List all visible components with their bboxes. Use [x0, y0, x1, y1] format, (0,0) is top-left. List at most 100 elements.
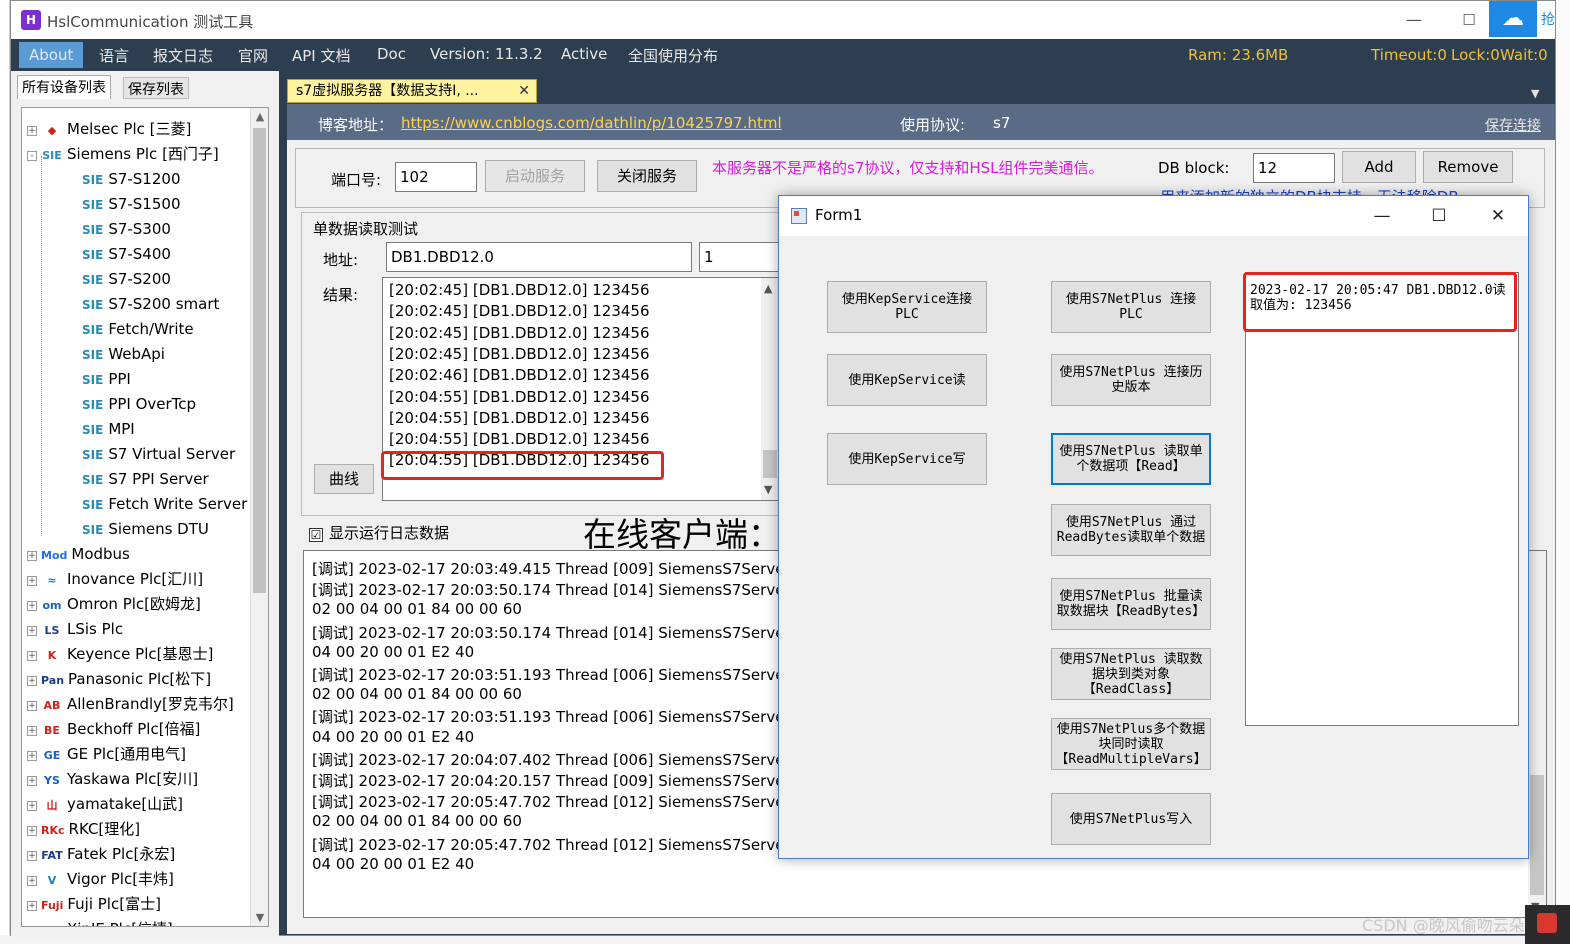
- tree-item[interactable]: SIE S7-S200 smart: [82, 292, 219, 317]
- scroll-down-icon[interactable]: ▼: [251, 911, 268, 924]
- form-minimize-button[interactable]: —: [1362, 202, 1402, 230]
- close-icon[interactable]: ✕: [518, 80, 530, 102]
- show-log-checkbox[interactable]: ☑ 显示运行日志数据: [309, 522, 449, 543]
- tab-s7-virtual-server[interactable]: s7虚拟服务器【数据支持I, ... ✕: [287, 79, 537, 103]
- tree-item[interactable]: SIE Fetch/Write: [82, 317, 194, 342]
- s7net-connect-legacy-button[interactable]: 使用S7NetPlus 连接历史版本: [1051, 354, 1211, 406]
- kep-write-button[interactable]: 使用KepService写: [827, 433, 987, 485]
- menu-language[interactable]: 语言: [99, 45, 129, 66]
- menu-api-docs[interactable]: API 文档: [292, 45, 351, 66]
- expand-icon[interactable]: +: [27, 826, 37, 836]
- blog-link[interactable]: https://www.cnblogs.com/dathlin/p/104257…: [401, 114, 782, 132]
- tree-item[interactable]: SIE S7-S400: [82, 242, 171, 267]
- menu-active[interactable]: Active: [561, 45, 607, 63]
- menu-website[interactable]: 官网: [238, 45, 268, 66]
- s7net-readbytes-single-button[interactable]: 使用S7NetPlus 通过ReadBytes读取单个数据: [1051, 504, 1211, 556]
- tree-item[interactable]: + FAT Fatek Plc[永宏]: [27, 842, 175, 867]
- tree-item[interactable]: + K Keyence Plc[基恩士]: [27, 642, 213, 667]
- checkbox-checked-icon[interactable]: ☑: [309, 528, 323, 542]
- menu-usage-map[interactable]: 全国使用分布: [628, 45, 718, 66]
- tree-item[interactable]: - SIE Siemens Plc [西门子]: [27, 142, 219, 167]
- expand-icon[interactable]: +: [27, 801, 37, 811]
- tree-item[interactable]: + GE GE Plc[通用电气]: [27, 742, 186, 767]
- tree-scroll-thumb[interactable]: [253, 128, 266, 593]
- expand-icon[interactable]: +: [27, 701, 37, 711]
- log-scroll-thumb[interactable]: [1530, 775, 1544, 895]
- tree-item[interactable]: + XJ XinJE Plc[信捷]: [27, 917, 173, 927]
- tree-item[interactable]: + Mod Modbus: [27, 542, 130, 567]
- log-scrollbar[interactable]: ▼: [1528, 551, 1546, 917]
- tree-item[interactable]: SIE S7 PPI Server: [82, 467, 209, 492]
- kep-connect-button[interactable]: 使用KepService连接PLC: [827, 281, 987, 333]
- expand-icon[interactable]: +: [27, 601, 37, 611]
- menu-doc[interactable]: Doc: [377, 45, 406, 63]
- tree-item[interactable]: + BE Beckhoff Plc[倍福]: [27, 717, 200, 742]
- menu-message-log[interactable]: 报文日志: [153, 45, 213, 66]
- maximize-button[interactable]: ☐: [1451, 7, 1487, 33]
- tree-item[interactable]: + V Vigor Plc[丰炜]: [27, 867, 174, 892]
- stop-service-button[interactable]: 关闭服务: [597, 160, 697, 192]
- form-close-button[interactable]: ✕: [1478, 202, 1518, 230]
- menu-about[interactable]: About: [19, 42, 84, 68]
- form-output-textbox[interactable]: 2023-02-17 20:05:47 DB1.DBD12.0读取值为: 123…: [1245, 272, 1519, 726]
- s7net-write-button[interactable]: 使用S7NetPlus写入: [1051, 793, 1211, 845]
- remove-db-button[interactable]: Remove: [1423, 151, 1513, 183]
- expand-icon[interactable]: +: [27, 576, 37, 586]
- kep-read-button[interactable]: 使用KepService读: [827, 354, 987, 406]
- tree-item[interactable]: SIE MPI: [82, 417, 135, 442]
- tab-all-devices[interactable]: 所有设备列表: [17, 75, 111, 99]
- tree-item[interactable]: + YS Yaskawa Plc[安川]: [27, 767, 198, 792]
- tree-item[interactable]: + om Omron Plc[欧姆龙]: [27, 592, 201, 617]
- tree-scrollbar[interactable]: ▲ ▼: [250, 108, 268, 926]
- expand-icon[interactable]: +: [27, 651, 37, 661]
- s7net-readclass-button[interactable]: 使用S7NetPlus 读取数据块到类对象【ReadClass】: [1051, 648, 1211, 700]
- address-input[interactable]: DB1.DBD12.0: [386, 242, 692, 272]
- expand-icon[interactable]: +: [27, 726, 37, 736]
- tree-item[interactable]: + Pan Panasonic Plc[松下]: [27, 667, 211, 692]
- form-maximize-button[interactable]: ☐: [1419, 202, 1459, 230]
- cloud-icon[interactable]: ☁: [1489, 1, 1537, 37]
- tree-item[interactable]: SIE PPI OverTcp: [82, 392, 196, 417]
- s7net-readbytes-batch-button[interactable]: 使用S7NetPlus 批量读取数据块【ReadBytes】: [1051, 578, 1211, 630]
- tree-item[interactable]: SIE S7-S300: [82, 217, 171, 242]
- expand-icon[interactable]: +: [27, 876, 37, 886]
- expand-icon[interactable]: +: [27, 851, 37, 861]
- tree-item[interactable]: SIE PPI: [82, 367, 131, 392]
- scroll-up-icon[interactable]: ▲: [251, 110, 268, 123]
- minimize-button[interactable]: —: [1396, 7, 1432, 33]
- s7net-readmultiple-button[interactable]: 使用S7NetPlus多个数据块同时读取 【ReadMultipleVars】: [1051, 718, 1211, 770]
- curve-button[interactable]: 曲线: [314, 464, 374, 494]
- expand-icon[interactable]: +: [27, 901, 37, 911]
- s7net-read-button[interactable]: 使用S7NetPlus 读取单个数据项【Read】: [1051, 433, 1211, 485]
- tree-item[interactable]: SIE S7-S1200: [82, 167, 181, 192]
- expand-icon[interactable]: +: [27, 676, 37, 686]
- result-scroll-thumb[interactable]: [763, 450, 777, 478]
- save-connection-link[interactable]: 保存连接: [1485, 115, 1541, 135]
- tree-item[interactable]: + 山 yamatake[山武]: [27, 792, 183, 817]
- tree-item[interactable]: + RKc RKC[理化]: [27, 817, 140, 842]
- tree-item[interactable]: + LS LSis Plc: [27, 617, 123, 642]
- s7net-connect-button[interactable]: 使用S7NetPlus 连接PLC: [1051, 281, 1211, 333]
- tree-item[interactable]: SIE S7-S1500: [82, 192, 181, 217]
- start-service-button[interactable]: 启动服务: [485, 160, 585, 192]
- length-input[interactable]: 1: [699, 242, 779, 272]
- tab-saved-list[interactable]: 保存列表: [123, 77, 189, 99]
- add-db-button[interactable]: Add: [1342, 151, 1416, 183]
- tree-item[interactable]: + AB AllenBrandly[罗克韦尔]: [27, 692, 234, 717]
- db-block-input[interactable]: 12: [1253, 153, 1335, 183]
- menu-version[interactable]: Version: 11.3.2: [430, 45, 543, 63]
- tree-item[interactable]: SIE S7 Virtual Server: [82, 442, 235, 467]
- result-scrollbar[interactable]: ▲ ▼: [761, 278, 779, 500]
- expand-icon[interactable]: +: [27, 551, 37, 561]
- tree-item[interactable]: + ≈ Inovance Plc[汇川]: [27, 567, 203, 592]
- tree-item[interactable]: SIE S7-S200: [82, 267, 171, 292]
- expand-icon[interactable]: +: [27, 926, 37, 927]
- scroll-up-icon[interactable]: ▲: [764, 282, 772, 295]
- tree-item[interactable]: + ◆ Melsec Plc [三菱]: [27, 117, 191, 142]
- expand-icon[interactable]: +: [27, 776, 37, 786]
- tree-item[interactable]: SIE Fetch Write Server: [82, 492, 247, 517]
- tree-item[interactable]: SIE WebApi: [82, 342, 165, 367]
- expand-icon[interactable]: +: [27, 626, 37, 636]
- scroll-down-icon[interactable]: ▼: [764, 483, 772, 496]
- tab-dropdown-icon[interactable]: ▼: [1531, 87, 1539, 100]
